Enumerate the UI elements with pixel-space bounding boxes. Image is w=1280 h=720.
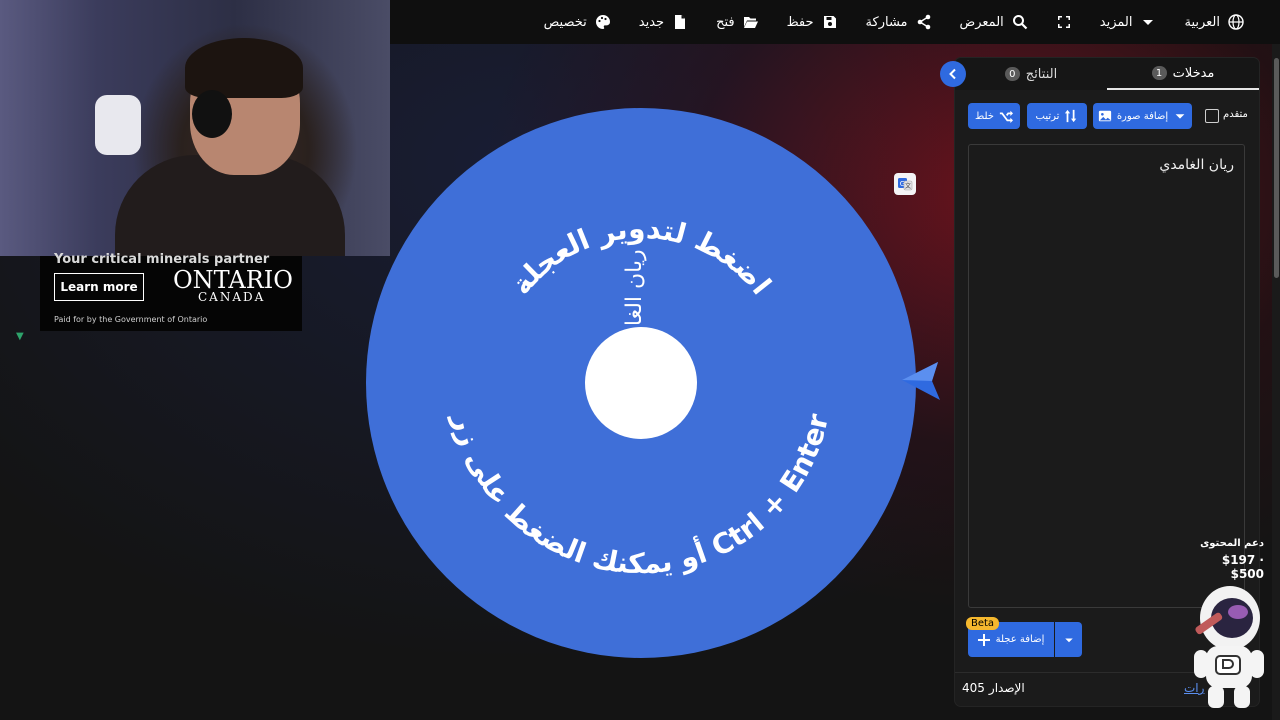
collapse-panel-button[interactable] xyxy=(940,61,966,87)
open-label: فتح xyxy=(716,14,735,30)
share-button[interactable]: مشاركة xyxy=(852,0,946,44)
share-icon xyxy=(917,14,930,30)
fullscreen-icon xyxy=(1057,16,1070,28)
folder-open-icon xyxy=(743,17,758,28)
chevron-down-icon xyxy=(1175,114,1185,119)
support-amount: $197 · $500 xyxy=(1221,553,1264,581)
webcam-overlay xyxy=(0,0,390,256)
shuffle-label: خلط xyxy=(975,110,994,122)
image-icon xyxy=(1098,110,1111,122)
globe-icon xyxy=(1228,14,1244,30)
support-widget[interactable]: دعم المحتوى $197 · $500 xyxy=(1190,538,1264,581)
ad-logo-sub: CANADA xyxy=(198,290,266,304)
add-image-button[interactable]: إضافة صورة xyxy=(1093,103,1192,129)
ad-learn-more-button[interactable]: Learn more xyxy=(54,273,144,301)
gallery-button[interactable]: المعرض xyxy=(946,0,1042,44)
file-icon xyxy=(675,15,686,29)
save-icon xyxy=(823,16,836,28)
astronaut-icon[interactable] xyxy=(1190,582,1266,712)
streamer-hair xyxy=(185,38,303,98)
palette-icon xyxy=(595,15,610,29)
gallery-label: المعرض xyxy=(959,14,1004,30)
add-image-label: إضافة صورة xyxy=(1116,110,1169,122)
version-number: 405 xyxy=(962,681,985,695)
adchoices-icon[interactable]: ▼ xyxy=(16,332,26,342)
microphone-icon xyxy=(95,95,141,155)
top-toolbar: العربية المزيد المعرض مشاركة حفظ فتح جدي… xyxy=(390,0,1280,44)
wheel-pointer-icon xyxy=(902,362,940,400)
advanced-checkbox[interactable] xyxy=(1205,109,1219,123)
search-icon xyxy=(1012,15,1028,30)
advertisement[interactable]: Your critical minerals partner Learn mor… xyxy=(40,252,302,331)
save-button[interactable]: حفظ xyxy=(773,0,852,44)
open-button[interactable]: فتح xyxy=(702,0,773,44)
plus-icon xyxy=(977,633,990,646)
svg-text:文: 文 xyxy=(905,182,911,190)
language-menu[interactable]: العربية xyxy=(1170,0,1258,44)
sort-label: ترتيب xyxy=(1035,110,1060,122)
chevron-left-icon xyxy=(949,68,956,80)
tab-entries[interactable]: مدخلات 1 xyxy=(1107,58,1259,90)
tab-results[interactable]: النتائج 0 xyxy=(955,58,1107,90)
translate-icon[interactable]: G文 xyxy=(894,173,916,195)
ad-disclaimer: Paid for by the Government of Ontario xyxy=(54,315,208,324)
spin-wheel[interactable]: ريان الغامدي اضغط لتدوير العجلة أو يمكنك… xyxy=(366,108,916,658)
headset-icon xyxy=(192,90,232,138)
scrollbar-thumb[interactable] xyxy=(1274,58,1279,278)
customize-button[interactable]: تخصيص xyxy=(530,0,625,44)
entries-text: ريان الغامدي xyxy=(1159,157,1234,173)
entries-toolbar: خلط ترتيب إضافة صورة متقدم xyxy=(967,103,1257,129)
new-button[interactable]: جديد xyxy=(625,0,702,44)
tab-entries-label: مدخلات xyxy=(1172,65,1215,81)
sort-button[interactable]: ترتيب xyxy=(1027,103,1087,129)
support-title: دعم المحتوى xyxy=(1200,538,1264,549)
shuffle-icon xyxy=(999,110,1013,123)
shuffle-button[interactable]: خلط xyxy=(968,103,1020,129)
save-label: حفظ xyxy=(786,14,814,30)
new-label: جديد xyxy=(638,14,665,30)
add-wheel-label: إضافة عجلة xyxy=(995,634,1045,645)
version-info: الإصدار 405 xyxy=(962,681,1025,695)
advanced-label: متقدم xyxy=(1223,109,1248,120)
tab-results-label: النتائج xyxy=(1025,66,1058,82)
share-label: مشاركة xyxy=(865,14,908,30)
customize-label: تخصيص xyxy=(543,14,587,30)
caret-down-icon xyxy=(1143,20,1154,25)
more-label: المزيد xyxy=(1099,14,1133,30)
add-wheel-dropdown[interactable] xyxy=(1055,622,1082,657)
fullscreen-button[interactable] xyxy=(1042,0,1086,44)
chevron-down-icon xyxy=(1064,638,1073,642)
more-menu[interactable]: المزيد xyxy=(1086,0,1171,44)
panel-tabs: مدخلات 1 النتائج 0 xyxy=(955,58,1259,90)
wheel-svg: ريان الغامدي اضغط لتدوير العجلة أو يمكنك… xyxy=(366,108,916,658)
sort-icon xyxy=(1065,109,1077,123)
wheel-entry-label: ريان الغامدي xyxy=(622,249,647,366)
language-label: العربية xyxy=(1184,14,1220,30)
ad-headline: Your critical minerals partner xyxy=(54,252,270,267)
tab-results-count: 0 xyxy=(1004,67,1020,81)
beta-badge: Beta xyxy=(966,617,1000,630)
version-label: الإصدار xyxy=(988,681,1025,695)
ad-logo: ONTARIO xyxy=(173,266,293,294)
tab-entries-count: 1 xyxy=(1151,66,1167,80)
